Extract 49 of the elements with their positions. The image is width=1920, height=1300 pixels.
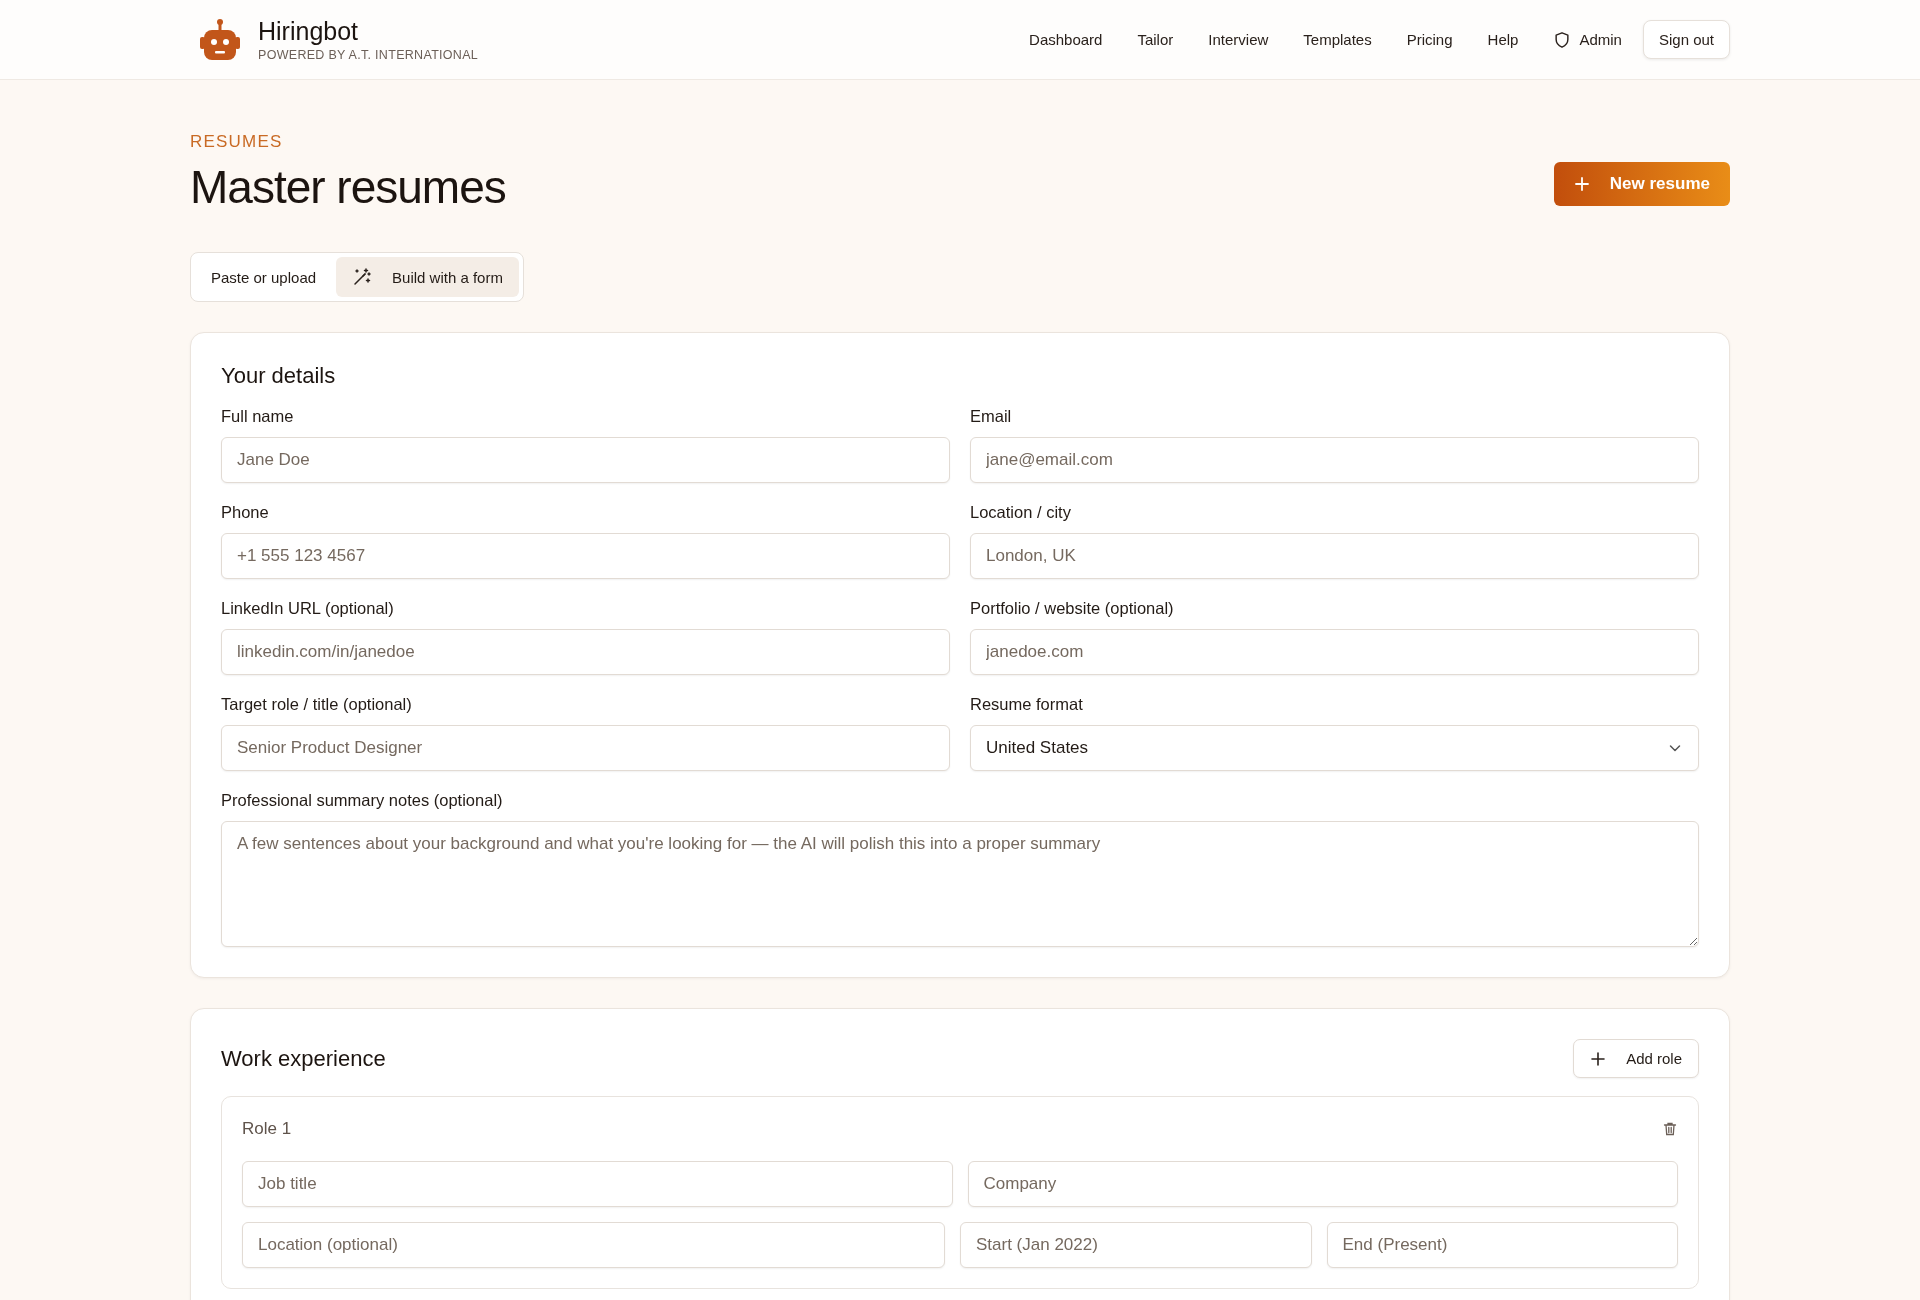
brand-tagline: POWERED BY A.T. INTERNATIONAL — [258, 48, 479, 62]
textarea-field[interactable]: A few sentences about your background and what you're looking for — the AI will polish this into a proper summary — [221, 821, 1699, 947]
nav-link[interactable]: Dashboard — [1029, 31, 1103, 48]
input-field[interactable]: Job title — [242, 1161, 953, 1207]
page-title: Master resumes — [190, 160, 506, 214]
field-label: Full name — [221, 407, 295, 426]
robot-logo-icon — [198, 17, 242, 62]
input-field[interactable]: janedoe.com — [970, 629, 1699, 675]
new-resume-button[interactable]: New resume — [1553, 162, 1730, 206]
input-field[interactable]: Start (Jan 2022) — [960, 1222, 1312, 1268]
plus-icon — [1590, 1050, 1607, 1067]
card-title: Work experience — [221, 1045, 386, 1072]
nav-link[interactable]: Pricing — [1406, 31, 1453, 48]
nav-link[interactable]: Help — [1487, 31, 1519, 48]
field-label: Professional summary notes (optional) — [221, 791, 504, 810]
trash-icon[interactable] — [1662, 1121, 1678, 1137]
field-label: LinkedIn URL (optional) — [221, 599, 395, 618]
mode-tab[interactable]: Paste or upload — [195, 257, 333, 297]
input-field[interactable]: Company — [967, 1161, 1678, 1207]
nav-link[interactable]: Templates — [1303, 31, 1372, 48]
input-field[interactable]: Senior Product Designer — [221, 725, 950, 771]
section-eyebrow: RESUMES — [190, 132, 284, 152]
field-label: Email — [970, 407, 1013, 426]
sign-out-button[interactable]: Sign out — [1642, 20, 1730, 59]
nav-link[interactable]: Interview — [1208, 31, 1269, 48]
plus-icon — [1573, 176, 1590, 192]
magic-wand-icon — [352, 267, 373, 287]
input-field[interactable]: Jane Doe — [221, 437, 950, 483]
input-field[interactable]: +1 555 123 4567 — [221, 533, 950, 579]
mode-tab[interactable]: Build with a form — [336, 257, 519, 297]
add-role-button[interactable]: Add role — [1573, 1039, 1699, 1078]
field-label: Location / city — [970, 503, 1072, 522]
select-field[interactable]: United States — [970, 725, 1699, 771]
nav-link[interactable]: Tailor — [1137, 31, 1174, 48]
input-field[interactable]: Location (optional) — [242, 1222, 945, 1268]
card-title: Your details — [221, 363, 337, 389]
role-title: Role 1 — [242, 1119, 292, 1139]
input-field[interactable]: End (Present) — [1326, 1222, 1678, 1268]
admin-label: Admin — [1579, 31, 1622, 48]
field-label: Resume format — [970, 695, 1084, 714]
input-field[interactable]: jane@email.com — [970, 437, 1699, 483]
input-field[interactable]: linkedin.com/in/janedoe — [221, 629, 950, 675]
field-label: Portfolio / website (optional) — [970, 599, 1175, 618]
admin-link[interactable]: Admin — [1553, 30, 1622, 49]
shield-icon — [1553, 30, 1572, 49]
field-label: Phone — [221, 503, 270, 522]
brand-name: Hiringbot — [258, 17, 360, 46]
input-field[interactable]: London, UK — [970, 533, 1699, 579]
field-label: Target role / title (optional) — [221, 695, 413, 714]
